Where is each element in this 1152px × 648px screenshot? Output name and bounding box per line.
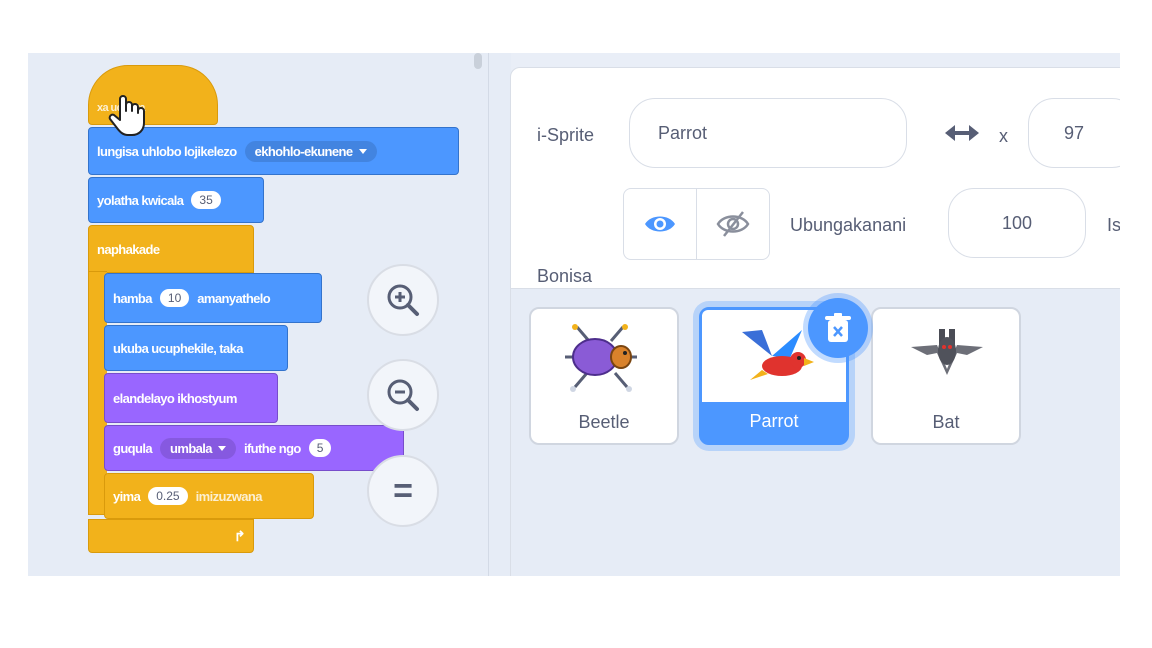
code-scrollbar[interactable] <box>474 53 482 69</box>
forever-block[interactable]: naphakade <box>88 225 254 273</box>
rotation-style-value: ekhohlo-ekunene <box>254 143 354 159</box>
direction-label-cut: Is <box>1107 215 1120 235</box>
horizontal-arrows-icon <box>943 118 981 153</box>
set-rotation-label: lungisa uhlobo lojikelezo <box>97 143 237 159</box>
code-area[interactable]: xa ucofwa lungisa uhlobo lojikelezo ekho… <box>28 53 488 576</box>
hand-cursor-icon <box>108 93 148 137</box>
next-costume-block[interactable]: elandelayo ikhostyum <box>104 373 278 423</box>
sprite-name-field[interactable]: Parrot <box>629 98 907 168</box>
sprite-name: Parrot <box>749 411 799 431</box>
effect-dropdown[interactable]: umbala <box>160 437 236 459</box>
steps-input[interactable]: 10 <box>159 289 190 307</box>
zoom-out-button[interactable] <box>367 359 439 431</box>
wait-seconds-input[interactable]: 0.25 <box>148 487 188 505</box>
equals-icon: = <box>393 471 413 510</box>
change-effect-block[interactable]: guqula umbala ifuthe ngo 5 <box>104 425 404 471</box>
change-effect-label: guqula <box>113 440 153 456</box>
show-sprite-toggle[interactable] <box>623 188 697 260</box>
point-direction-label: yolatha kwicala <box>97 192 184 208</box>
eye-hidden-icon <box>716 211 750 237</box>
wait-block[interactable]: yima 0.25 imizuzwana <box>104 473 314 519</box>
beetle-thumbnail <box>565 324 637 392</box>
move-suffix: amanyathelo <box>197 290 271 306</box>
size-value: 100 <box>1001 212 1033 233</box>
panel-divider <box>488 53 511 576</box>
zoom-in-icon <box>387 284 419 316</box>
zoom-out-icon <box>387 379 419 411</box>
scratch-editor-screenshot: xa ucofwa lungisa uhlobo lojikelezo ekho… <box>28 53 1120 576</box>
loop-arrow-icon: ↱ <box>233 527 246 544</box>
effect-value: umbala <box>170 440 213 456</box>
sprite-tile-beetle[interactable]: Beetle <box>529 307 679 445</box>
next-costume-label: elandelayo ikhostyum <box>113 390 237 406</box>
zoom-reset-button[interactable]: = <box>367 455 439 527</box>
sprite-info-panel: i-Sprite Parrot x 97 Bonisa Ubungakanani… <box>510 67 1120 289</box>
point-direction-block[interactable]: yolatha kwicala 35 <box>88 177 264 223</box>
delete-sprite-button[interactable] <box>808 298 868 358</box>
forever-label: naphakade <box>97 241 160 257</box>
show-label: Bonisa <box>537 266 593 286</box>
change-effect-mid: ifuthe ngo <box>243 440 301 456</box>
size-label: Ubungakanani <box>790 215 907 235</box>
sprite-name-value: Parrot <box>658 122 708 143</box>
chevron-down-icon <box>358 148 367 154</box>
trash-icon <box>825 313 851 342</box>
chevron-down-icon <box>217 445 226 451</box>
sprite-name-label: i-Sprite <box>537 125 595 145</box>
x-position-value: 97 <box>1063 122 1085 143</box>
wait-suffix: imizuzwana <box>195 488 263 504</box>
eye-icon <box>645 216 675 232</box>
effect-amount-input[interactable]: 5 <box>308 439 332 457</box>
sprite-tile-bat[interactable]: Bat <box>871 307 1021 445</box>
x-label: x <box>999 126 1008 146</box>
bat-thumbnail <box>911 329 983 375</box>
zoom-in-button[interactable] <box>367 264 439 336</box>
move-label: hamba <box>113 290 153 306</box>
sprite-name: Bat <box>932 412 960 432</box>
size-field[interactable]: 100 <box>948 188 1086 258</box>
bounce-label: ukuba ucuphekile, taka <box>113 340 243 356</box>
hide-sprite-toggle[interactable] <box>696 188 770 260</box>
sprite-name: Beetle <box>578 412 630 432</box>
rotation-style-dropdown[interactable]: ekhohlo-ekunene <box>244 140 377 162</box>
bounce-on-edge-block[interactable]: ukuba ucuphekile, taka <box>104 325 288 371</box>
move-steps-block[interactable]: hamba 10 amanyathelo <box>104 273 322 323</box>
wait-label: yima <box>113 488 141 504</box>
x-position-field[interactable]: 97 <box>1028 98 1120 168</box>
direction-input[interactable]: 35 <box>191 191 221 209</box>
forever-block-bottom: ↱ <box>88 519 254 553</box>
